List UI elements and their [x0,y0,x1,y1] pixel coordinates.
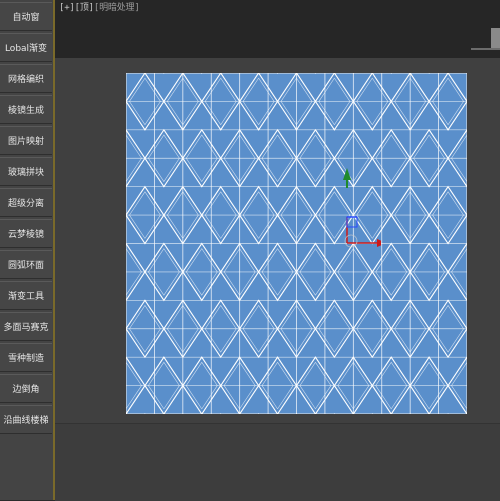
sidebar-button-label: 自动窗 [12,13,40,23]
sidebar-button-6[interactable]: 玻璃拼块 [0,157,52,186]
sidebar-button-label: 多面马赛克 [3,323,49,333]
sidebar-button-13[interactable]: 边倒角 [0,374,52,403]
sidebar-button-12[interactable]: 雪种制造 [0,343,52,372]
viewport-top[interactable]: [+][顶][明暗处理] X [55,0,500,501]
viewport-view-menu[interactable]: [顶] [75,3,94,13]
sidebar-button-label: 云梦棱镜 [7,230,44,240]
sidebar-button-10[interactable]: 渐变工具 [0,281,52,310]
sidebar-button-label: 玻璃拼块 [7,168,44,178]
gizmo-plane-handle[interactable] [346,216,358,228]
sidebar-button-5[interactable]: 图片映射 [0,126,52,155]
sidebar-button-label: 雪种制造 [7,354,44,364]
sidebar-button-7[interactable]: 超级分离 [0,188,52,217]
command-sidebar: 自动窗 Lobal渐变 网格编织棱镜生成图片映射玻璃拼块超级分离云梦棱镜圆弧环面渐变… [0,0,54,500]
viewport-plus-menu[interactable]: [+] [59,3,75,13]
viewport-background-bottom [55,423,500,501]
sidebar-button-4[interactable]: 棱镜生成 [0,95,52,124]
sidebar-button-label: 渐变工具 [7,292,44,302]
sidebar-button-1[interactable]: 自动窗 [0,2,52,31]
sidebar-button-label: 沿曲线楼梯 [3,416,49,426]
sidebar-button-3[interactable]: 网格编织 [0,64,52,93]
viewcube-base [471,48,500,50]
sidebar-button-11[interactable]: 多面马赛克 [0,312,52,341]
sidebar-button-label: 网格编织 [7,75,44,85]
viewport-label[interactable]: [+][顶][明暗处理] [59,0,140,13]
sidebar-button-2[interactable]: Lobal渐变 [0,33,52,62]
sidebar-button-9[interactable]: 圆弧环面 [0,250,52,279]
sidebar-button-label: 边倒角 [12,385,40,395]
sidebar-button-14[interactable]: 沿曲线楼梯 [0,405,52,434]
move-gizmo[interactable]: X [281,162,381,262]
sidebar-button-label: 圆弧环面 [7,261,44,271]
sidebar-button-label: 图片映射 [7,137,44,147]
sidebar-button-label: 棱镜生成 [7,106,44,116]
sidebar-button-label: 超级分离 [7,199,44,209]
gizmo-x-arrow-icon[interactable] [377,239,381,247]
viewport-shading-menu[interactable]: [明暗处理] [94,3,140,13]
sidebar-button-label: Lobal渐变 [4,44,48,54]
viewcube-icon[interactable] [491,28,500,50]
sidebar-button-8[interactable]: 云梦棱镜 [0,219,52,248]
gizmo-y-arrow-icon[interactable] [343,168,351,180]
